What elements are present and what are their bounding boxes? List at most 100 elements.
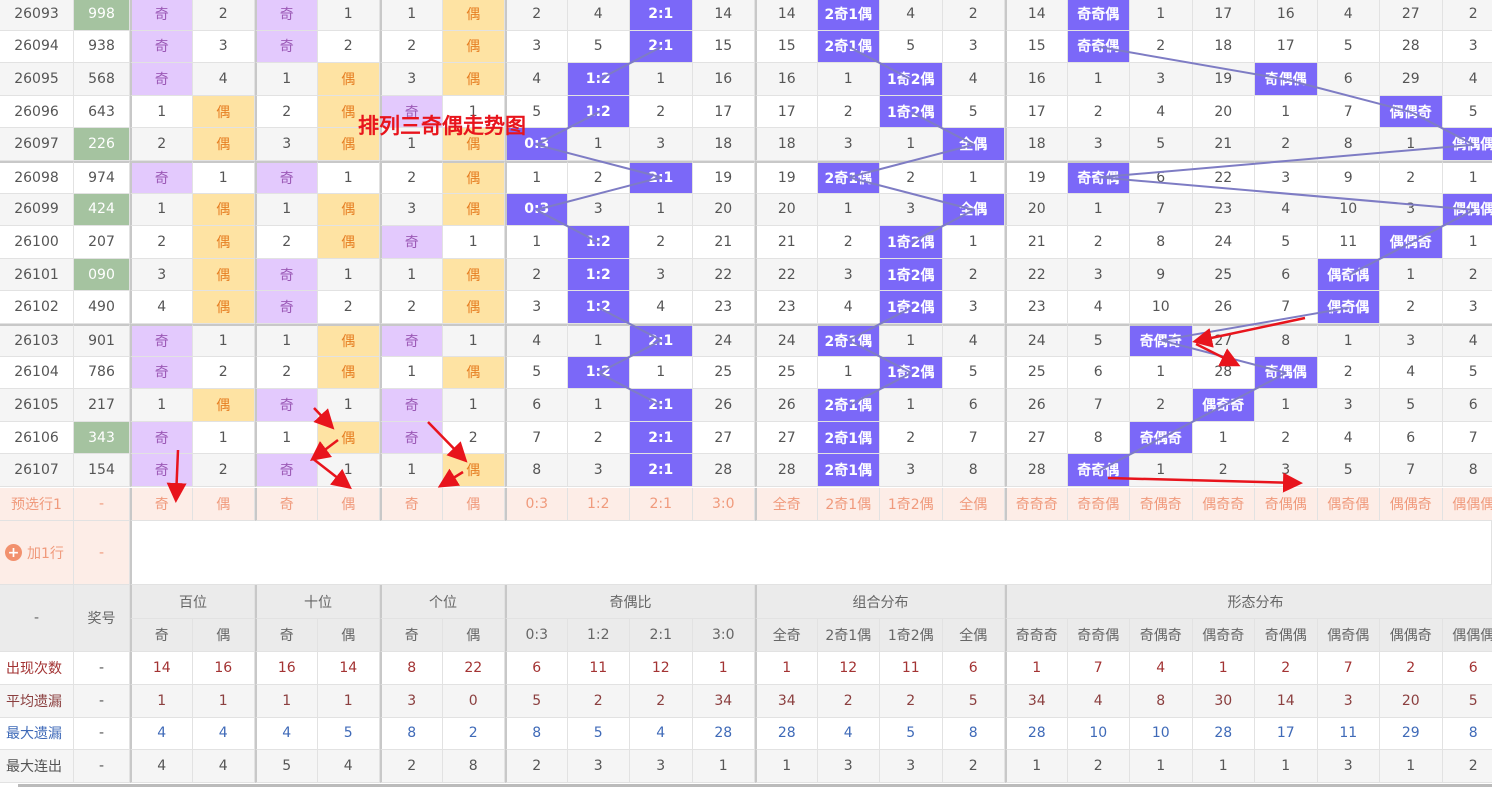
- hit-cell: 1:2: [567, 291, 630, 324]
- header-sub-column[interactable]: 1:2: [567, 619, 630, 652]
- stat-label: 最大连出: [0, 750, 74, 784]
- header-sub-column[interactable]: 0:3: [505, 619, 568, 652]
- stat-value: 2: [880, 684, 943, 718]
- preselect-option[interactable]: 2奇1偶: [817, 488, 880, 521]
- plus-icon: +: [5, 544, 22, 561]
- stat-value: 1: [130, 684, 193, 718]
- issue-number: 26107: [0, 454, 74, 487]
- prize-number: 090: [74, 258, 130, 292]
- header-sub-column[interactable]: 偶: [192, 619, 255, 652]
- miss-count-cell: 20: [755, 193, 818, 227]
- miss-count-cell: 18: [1005, 128, 1068, 161]
- preselect-option[interactable]: 奇奇奇: [1005, 488, 1068, 521]
- stat-value: 10: [1130, 717, 1193, 751]
- miss-count-cell: 3: [942, 30, 1005, 64]
- preselect-option[interactable]: 0:3: [505, 488, 568, 521]
- hit-cell: 偶奇奇: [1192, 389, 1255, 422]
- miss-count-cell: 3: [1442, 291, 1492, 324]
- stat-value: 17: [1255, 717, 1318, 751]
- miss-count-cell: 1: [192, 161, 255, 194]
- preselect-option[interactable]: 偶: [317, 488, 380, 521]
- hit-cell: 偶: [442, 291, 505, 324]
- header-group-3: 奇偶比: [505, 585, 755, 619]
- stat-value: 28: [1005, 717, 1068, 751]
- preselect-option[interactable]: 奇偶奇: [1130, 488, 1193, 521]
- header-sub-column[interactable]: 奇奇偶: [1067, 619, 1130, 652]
- preselect-option[interactable]: 偶奇偶: [1317, 488, 1380, 521]
- miss-count-cell: 2: [442, 421, 505, 455]
- stat-value: 3: [1317, 750, 1380, 784]
- header-sub-column[interactable]: 2奇1偶: [817, 619, 880, 652]
- preselect-option[interactable]: 奇偶偶: [1255, 488, 1318, 521]
- hit-cell: 2:1: [630, 454, 693, 487]
- hit-cell: 偶: [317, 226, 380, 259]
- miss-count-cell: 15: [755, 30, 818, 64]
- miss-count-cell: 1: [1192, 421, 1255, 455]
- miss-count-cell: 3: [942, 291, 1005, 324]
- miss-count-cell: 1: [1380, 128, 1443, 161]
- stat-value: 1: [755, 750, 818, 784]
- hit-cell: 偶: [192, 389, 255, 422]
- header-sub-column[interactable]: 奇: [130, 619, 193, 652]
- header-sub-column[interactable]: 奇: [255, 619, 318, 652]
- stat-value: 8: [442, 750, 505, 784]
- header-sub-column[interactable]: 奇奇奇: [1005, 619, 1068, 652]
- miss-count-cell: 4: [880, 0, 943, 31]
- miss-count-cell: 7: [1130, 193, 1193, 227]
- header-group-4: 组合分布: [755, 585, 1005, 619]
- hit-cell: 2:1: [630, 0, 693, 31]
- preselect-option[interactable]: 1:2: [567, 488, 630, 521]
- add-row-button[interactable]: + 加1行: [0, 521, 74, 585]
- preselect-option[interactable]: 1奇2偶: [880, 488, 943, 521]
- miss-count-cell: 1: [942, 226, 1005, 259]
- miss-count-cell: 1: [505, 226, 568, 259]
- miss-count-cell: 7: [1380, 454, 1443, 487]
- header-sub-column[interactable]: 2:1: [630, 619, 693, 652]
- header-sub-column[interactable]: 全偶: [942, 619, 1005, 652]
- preselect-option[interactable]: 偶: [192, 488, 255, 521]
- preselect-option[interactable]: 偶: [442, 488, 505, 521]
- stat-value: 2: [1442, 750, 1492, 784]
- hit-cell: 奇: [380, 324, 443, 357]
- miss-count-cell: 1: [317, 389, 380, 422]
- header-sub-column[interactable]: 奇偶偶: [1255, 619, 1318, 652]
- header-sub-column[interactable]: 偶偶偶: [1442, 619, 1492, 652]
- preselect-row-label: 预选行1: [0, 488, 74, 521]
- stat-value: 0: [442, 684, 505, 718]
- stat-value: 2: [817, 684, 880, 718]
- stat-value: 11: [880, 652, 943, 685]
- preselect-option[interactable]: 偶偶奇: [1380, 488, 1443, 521]
- preselect-option[interactable]: 奇: [380, 488, 443, 521]
- header-sub-column[interactable]: 偶奇偶: [1317, 619, 1380, 652]
- header-sub-column[interactable]: 偶奇奇: [1192, 619, 1255, 652]
- hit-cell: 奇: [255, 258, 318, 292]
- miss-count-cell: 2: [255, 95, 318, 129]
- header-sub-column[interactable]: 奇偶奇: [1130, 619, 1193, 652]
- header-sub-column[interactable]: 1奇2偶: [880, 619, 943, 652]
- miss-count-cell: 1: [880, 128, 943, 161]
- preselect-option[interactable]: 全偶: [942, 488, 1005, 521]
- preselect-option[interactable]: 偶偶偶: [1442, 488, 1492, 521]
- header-sub-column[interactable]: 全奇: [755, 619, 818, 652]
- stat-value: 29: [1380, 717, 1443, 751]
- hit-cell: 偶偶奇: [1380, 95, 1443, 129]
- header-sub-column[interactable]: 3:0: [692, 619, 755, 652]
- miss-count-cell: 1: [567, 128, 630, 161]
- preselect-option[interactable]: 奇: [255, 488, 318, 521]
- preselect-option[interactable]: 奇奇偶: [1067, 488, 1130, 521]
- hit-cell: 奇奇偶: [1067, 0, 1130, 31]
- miss-count-cell: 9: [1130, 258, 1193, 292]
- preselect-option[interactable]: 全奇: [755, 488, 818, 521]
- preselect-option[interactable]: 3:0: [692, 488, 755, 521]
- preselect-option[interactable]: 奇: [130, 488, 193, 521]
- header-sub-column[interactable]: 偶: [442, 619, 505, 652]
- miss-count-cell: 2: [380, 30, 443, 64]
- header-sub-column[interactable]: 奇: [380, 619, 443, 652]
- miss-count-cell: 2: [380, 291, 443, 324]
- header-sub-column[interactable]: 偶偶奇: [1380, 619, 1443, 652]
- header-sub-column[interactable]: 偶: [317, 619, 380, 652]
- preselect-option[interactable]: 偶奇奇: [1192, 488, 1255, 521]
- header-prize: 奖号: [74, 585, 130, 652]
- hit-cell: 奇: [255, 30, 318, 64]
- preselect-option[interactable]: 2:1: [630, 488, 693, 521]
